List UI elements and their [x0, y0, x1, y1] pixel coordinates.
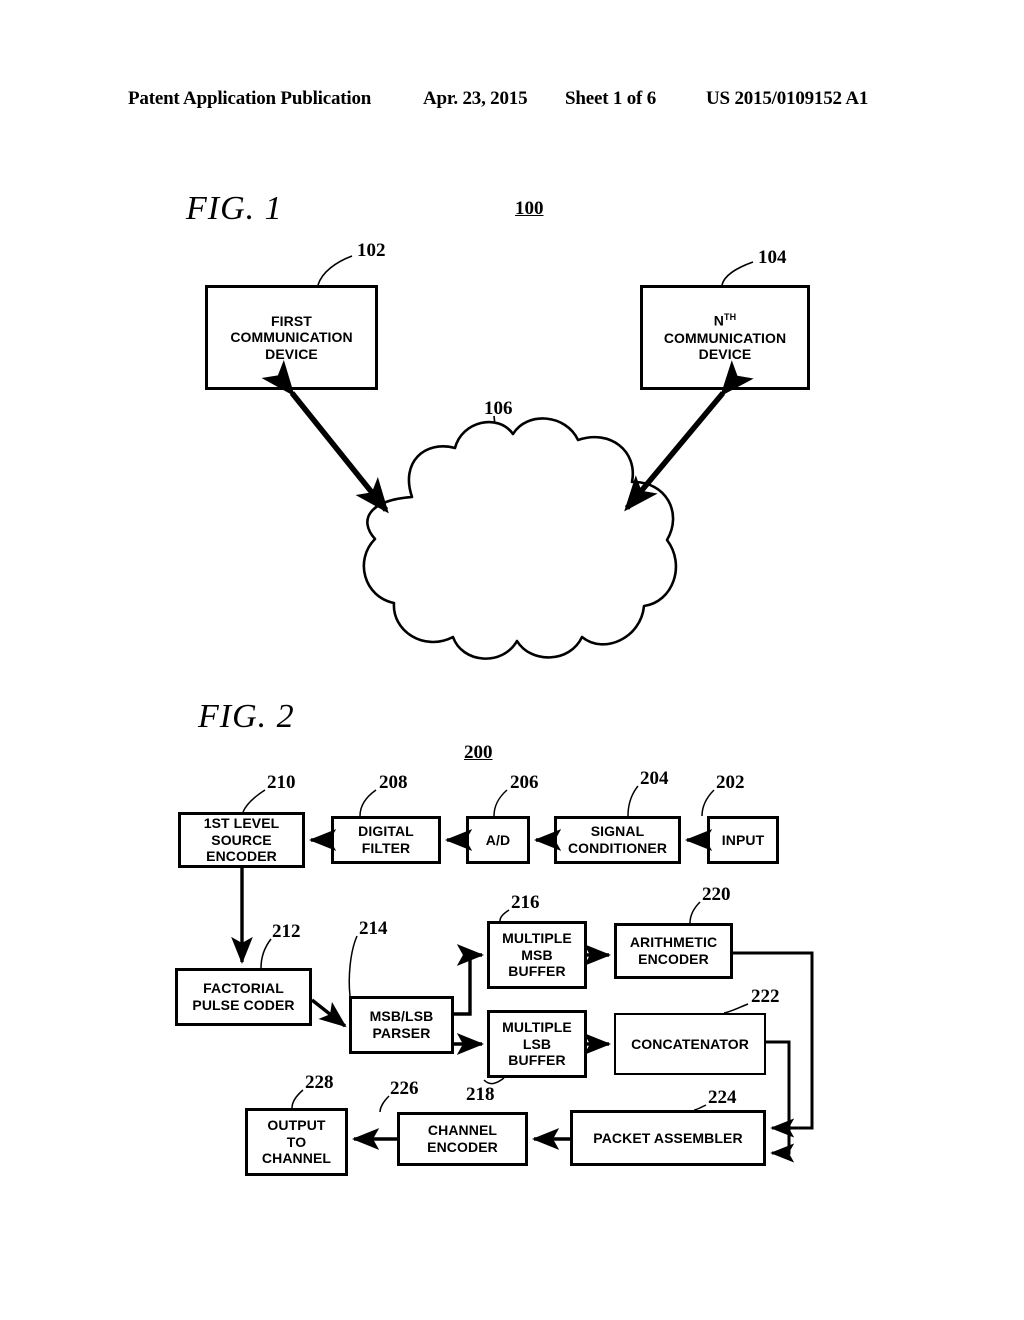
concatenator-box: CONCATENATOR	[614, 1013, 766, 1075]
header-sheet-label: Sheet 1 of 6	[565, 88, 657, 109]
refnum-220: 220	[702, 884, 731, 905]
refnum-212: 212	[272, 921, 301, 942]
packet-assembler-label: PACKET ASSEMBLER	[593, 1129, 743, 1146]
lsb-buffer-line1: MULTIPLE	[502, 1019, 572, 1036]
source-encoder-line2: SOURCE	[211, 831, 272, 848]
concatenator-label: CONCATENATOR	[631, 1035, 749, 1052]
cloud-line2: NETWORK OR	[457, 540, 557, 557]
cloud-line3: PEER-TO-PEER	[453, 560, 561, 577]
refnum-106: 106	[484, 398, 513, 419]
refnum-206: 206	[510, 772, 539, 793]
msb-lsb-parser-box: MSB/LSB PARSER	[349, 996, 454, 1054]
figure-1-title: FIG. 1	[186, 190, 283, 227]
first-communication-device-box: FIRST COMMUNICATION DEVICE	[205, 285, 378, 390]
header-patent-number: US 2015/0109152 A1	[706, 88, 869, 109]
refnum-218: 218	[466, 1084, 495, 1105]
channel-encoder-box: CHANNEL ENCODER	[397, 1112, 528, 1166]
first-device-line3: DEVICE	[265, 345, 318, 362]
refnum-228: 228	[305, 1072, 334, 1093]
output-to-channel-box: OUTPUT TO CHANNEL	[245, 1108, 348, 1176]
refnum-202: 202	[716, 772, 745, 793]
header-date-label: Apr. 23, 2015	[423, 88, 528, 109]
parser-line2: PARSER	[372, 1025, 431, 1041]
refnum-214: 214	[359, 918, 388, 939]
multiple-msb-buffer-box: MULTIPLE MSB BUFFER	[487, 921, 587, 989]
first-device-line2: COMMUNICATION	[230, 329, 353, 346]
refnum-224: 224	[708, 1087, 737, 1108]
cloud-line1: COMMUNICATION	[445, 520, 569, 536]
header-publication-label: Patent Application Publication	[128, 88, 372, 109]
refnum-204: 204	[640, 768, 669, 789]
digital-filter-line1: DIGITAL	[358, 823, 414, 840]
msb-buffer-line1: MULTIPLE	[502, 930, 572, 947]
page-header: Patent Application Publication Apr. 23, …	[0, 88, 1024, 114]
signal-conditioner-box: SIGNAL CONDITIONER	[554, 816, 681, 864]
digital-filter-line2: FILTER	[361, 840, 411, 856]
source-encoder-line1: 1ST LEVEL	[203, 815, 280, 832]
source-encoder-line3: ENCODER	[206, 848, 277, 865]
msb-buffer-line2: MSB	[521, 946, 553, 963]
lsb-buffer-line2: LSB	[522, 1035, 552, 1052]
nth-device-line1: NTH	[713, 312, 737, 330]
first-level-source-encoder-box: 1ST LEVEL SOURCE ENCODER	[178, 812, 305, 868]
analog-to-digital-box: A/D	[466, 816, 530, 864]
packet-assembler-box: PACKET ASSEMBLER	[570, 1110, 766, 1166]
signal-conditioner-line1: SIGNAL	[590, 823, 645, 840]
refnum-222: 222	[751, 986, 780, 1007]
arithmetic-encoder-line1: ARITHMETIC	[629, 934, 718, 951]
parser-line1: MSB/LSB	[369, 1008, 434, 1025]
refnum-104: 104	[758, 247, 787, 268]
first-device-line1: FIRST	[271, 312, 312, 329]
refnum-216: 216	[511, 892, 540, 913]
digital-filter-box: DIGITAL FILTER	[331, 816, 441, 864]
signal-conditioner-line2: CONDITIONER	[567, 840, 668, 856]
refnum-208: 208	[379, 772, 408, 793]
figure-2-title: FIG. 2	[198, 698, 295, 735]
input-box: INPUT	[707, 816, 779, 864]
ad-label: A/D	[485, 831, 511, 848]
multiple-lsb-buffer-box: MULTIPLE LSB BUFFER	[487, 1010, 587, 1078]
cloud-line4: CHANNEL	[472, 580, 542, 597]
arithmetic-encoder-box: ARITHMETIC ENCODER	[614, 923, 733, 979]
nth-communication-device-box: NTH COMMUNICATION DEVICE	[640, 285, 810, 390]
arithmetic-encoder-line2: ENCODER	[638, 951, 709, 967]
figure-2-reference: 200	[464, 742, 493, 763]
input-label: INPUT	[721, 831, 765, 848]
refnum-102: 102	[357, 240, 386, 261]
lsb-buffer-line3: BUFFER	[508, 1052, 566, 1069]
factorial-pulse-coder-box: FACTORIAL PULSE CODER	[175, 968, 312, 1026]
msb-buffer-line3: BUFFER	[508, 963, 566, 980]
output-line1: OUTPUT	[267, 1117, 326, 1134]
channel-encoder-line1: CHANNEL	[427, 1122, 498, 1139]
communication-network-cloud-label: COMMUNICATION NETWORK OR PEER-TO-PEER CH…	[392, 518, 622, 599]
refnum-226: 226	[390, 1078, 419, 1099]
pulse-coder-line1: FACTORIAL	[203, 980, 284, 997]
pulse-coder-line2: PULSE CODER	[192, 997, 295, 1013]
figure-1-reference: 100	[515, 198, 544, 219]
refnum-210: 210	[267, 772, 296, 793]
nth-device-line2: COMMUNICATION	[663, 329, 787, 346]
output-line3: CHANNEL	[261, 1150, 332, 1167]
output-line2: TO	[286, 1133, 307, 1150]
nth-device-line3: DEVICE	[698, 346, 752, 363]
channel-encoder-line2: ENCODER	[427, 1139, 498, 1155]
